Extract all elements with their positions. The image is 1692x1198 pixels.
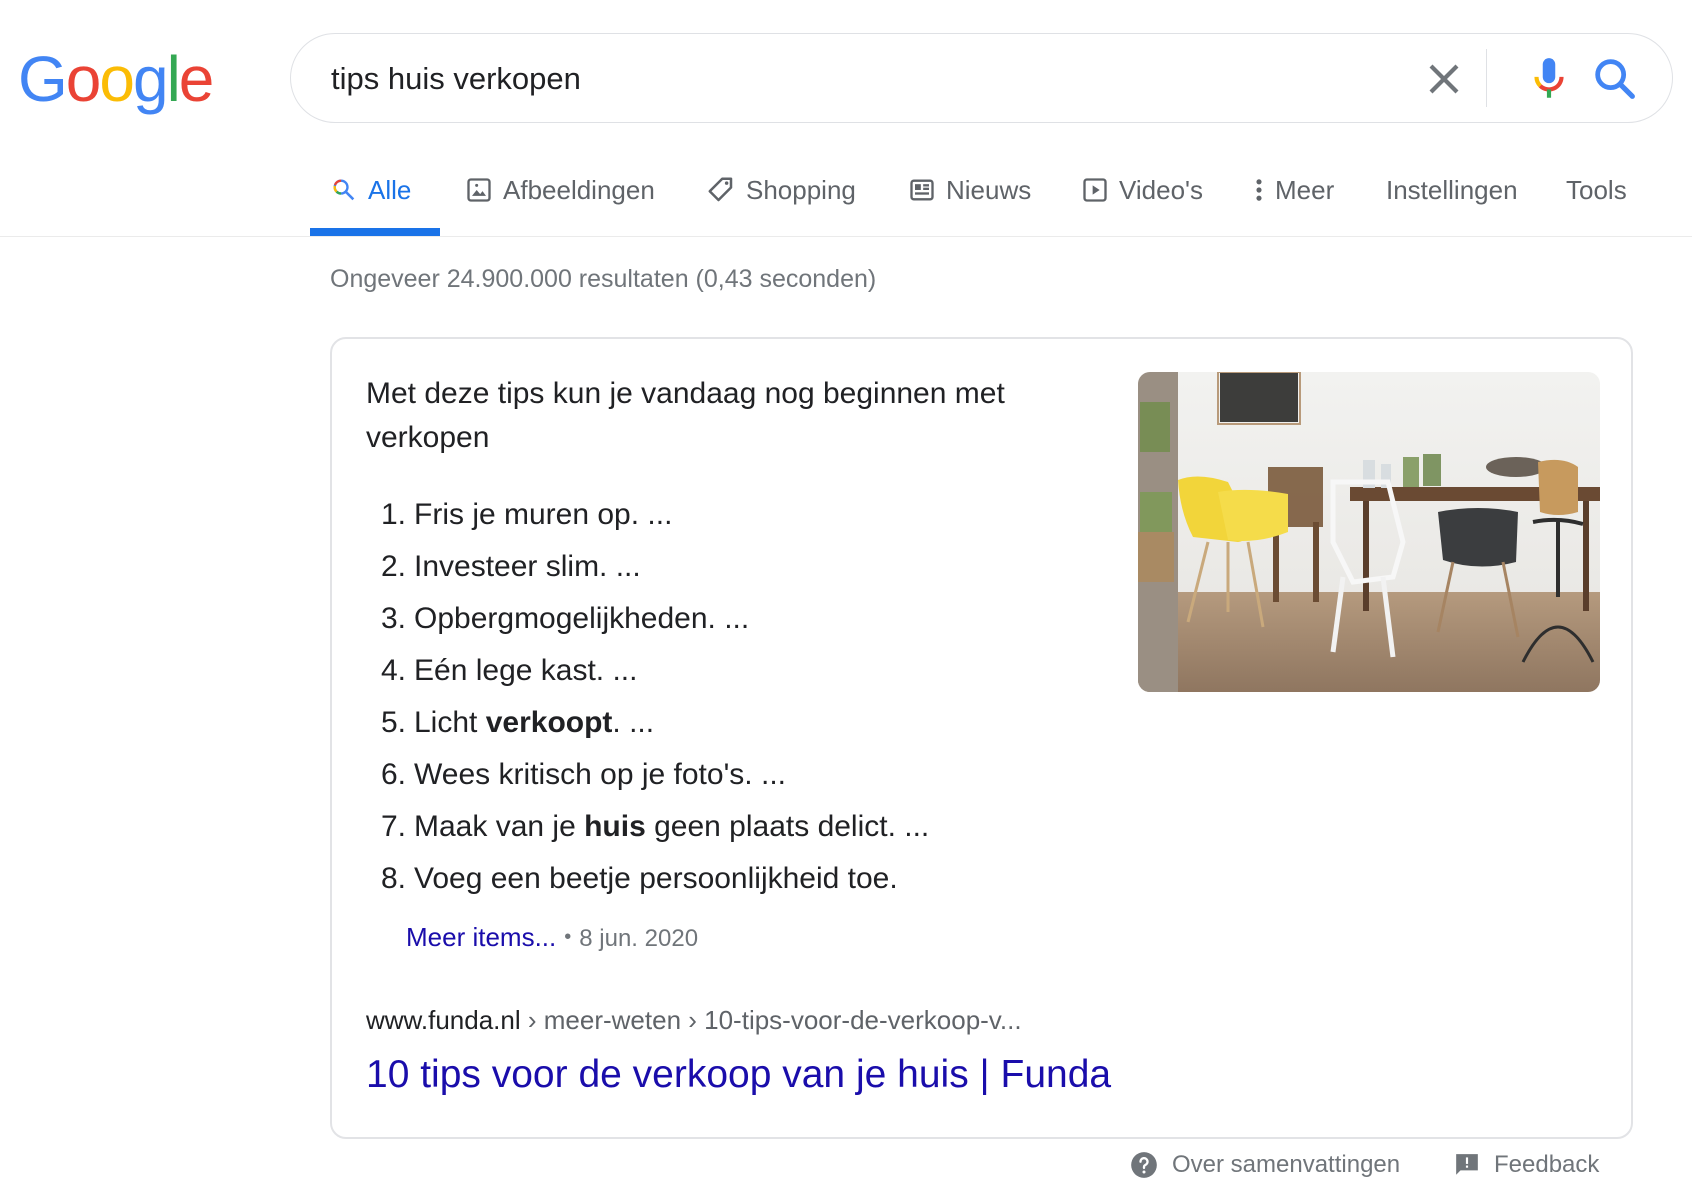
tab-meer[interactable]: Meer (1253, 170, 1334, 210)
play-icon (1081, 176, 1109, 204)
tab-label: Afbeeldingen (503, 174, 655, 205)
help-icon (1130, 1151, 1158, 1179)
item-text: geen plaats delict. ... (645, 810, 930, 843)
tab-label: Tools (1566, 174, 1627, 205)
search-submit-button[interactable] (1589, 53, 1641, 105)
item-number: 1. (380, 498, 406, 531)
tab-label: Meer (1275, 174, 1335, 205)
item-text: . ... (612, 706, 655, 739)
about-snippets-label: Over samenvattingen (1172, 1151, 1401, 1178)
item-text: Licht (414, 706, 486, 739)
search-icon (330, 176, 358, 204)
newspaper-icon (908, 176, 936, 204)
item-text: Investeer slim. ... (414, 550, 641, 583)
result-breadcrumb[interactable]: www.funda.nl › meer-weten › 10-tips-voor… (366, 1005, 1022, 1036)
item-number: 2. (380, 550, 406, 583)
list-item: 7. Maak van je huis geen plaats delict. .… (366, 801, 929, 853)
item-number: 7. (380, 810, 406, 843)
feedback-label: Feedback (1494, 1151, 1600, 1178)
tab-label: Video's (1119, 174, 1203, 205)
item-text: Maak van je (414, 810, 585, 843)
snippet-heading: Met deze tips kun je vandaag nog beginne… (366, 377, 1005, 454)
item-number: 3. (380, 602, 406, 635)
list-item: 5. Licht verkoopt. ... (366, 697, 929, 749)
item-text: Eén lege kast. ... (414, 654, 638, 687)
url-host: www.funda.nl (366, 1005, 521, 1035)
item-highlight: huis (584, 810, 646, 843)
item-number: 4. (380, 654, 406, 687)
item-number: 5. (380, 706, 406, 739)
list-item: 2. Investeer slim. ... (366, 541, 929, 593)
list-item: 1. Fris je muren op. ... (366, 489, 929, 541)
item-number: 8. (380, 862, 406, 895)
microphone-icon (1524, 58, 1574, 109)
tab-alle[interactable]: Alle (330, 170, 411, 210)
more-vert-icon (1253, 176, 1265, 204)
publish-date: 8 jun. 2020 (579, 925, 699, 952)
image-icon (465, 176, 493, 204)
more-items-link[interactable]: Meer items... (406, 922, 556, 952)
result-title-link[interactable]: 10 tips voor de verkoop van je huis | Fu… (366, 1053, 1111, 1097)
snippet-list: 1. Fris je muren op. ... 2. Investeer slim… (366, 489, 929, 905)
item-text: Voeg een beetje persoonlijkheid toe. (414, 862, 898, 895)
result-stats: Ongeveer 24.900.000 resultaten (0,43 sec… (330, 265, 877, 293)
tab-afbeeldingen[interactable]: Afbeeldingen (465, 170, 655, 210)
list-item: 8. Voeg een beetje persoonlijkheid toe. (366, 853, 929, 905)
tab-instellingen[interactable]: Instellingen (1386, 170, 1518, 210)
search-input[interactable] (331, 56, 1381, 102)
tab-shopping[interactable]: Shopping (706, 170, 856, 210)
search-bar (290, 33, 1673, 123)
item-number: 6. (380, 758, 406, 791)
item-text: Opbergmogelijkheden. ... (414, 602, 750, 635)
about-snippets-link[interactable]: Over samenvattingen (1130, 1147, 1400, 1183)
clear-search-button[interactable] (1421, 56, 1467, 102)
close-icon (1421, 64, 1467, 106)
tab-nieuws[interactable]: Nieuws (908, 170, 1031, 210)
separator-dot: • (564, 926, 572, 948)
tab-videos[interactable]: Video's (1081, 170, 1203, 210)
item-highlight: verkoopt (485, 706, 613, 739)
url-path: › meer-weten › 10-tips-voor-de-verkoop-v… (520, 1005, 1022, 1035)
tab-label: Alle (368, 174, 412, 205)
more-items-row: Meer items... • 8 jun. 2020 (406, 922, 698, 953)
tag-icon (706, 175, 736, 205)
list-item: 4. Eén lege kast. ... (366, 645, 929, 697)
tab-label: Instellingen (1386, 174, 1518, 205)
tab-label: Shopping (746, 174, 856, 205)
searchbar-divider (1486, 49, 1487, 107)
feedback-link[interactable]: Feedback (1454, 1147, 1599, 1183)
search-icon (1589, 59, 1641, 109)
featured-snippet: Met deze tips kun je vandaag nog beginne… (330, 337, 1633, 1139)
list-item: 6. Wees kritisch op je foto's. ... (366, 749, 929, 801)
tab-label: Nieuws (946, 174, 1032, 205)
active-tab-indicator (310, 228, 440, 236)
feedback-icon (1454, 1151, 1480, 1179)
list-item: 3. Opbergmogelijkheden. ... (366, 593, 929, 645)
dining-room-photo (1138, 372, 1600, 692)
item-text: Wees kritisch op je foto's. ... (414, 758, 786, 791)
tab-tools[interactable]: Tools (1566, 170, 1627, 210)
snippet-image[interactable] (1138, 372, 1600, 692)
item-text: Fris je muren op. ... (414, 498, 673, 531)
voice-search-button[interactable] (1524, 53, 1574, 105)
